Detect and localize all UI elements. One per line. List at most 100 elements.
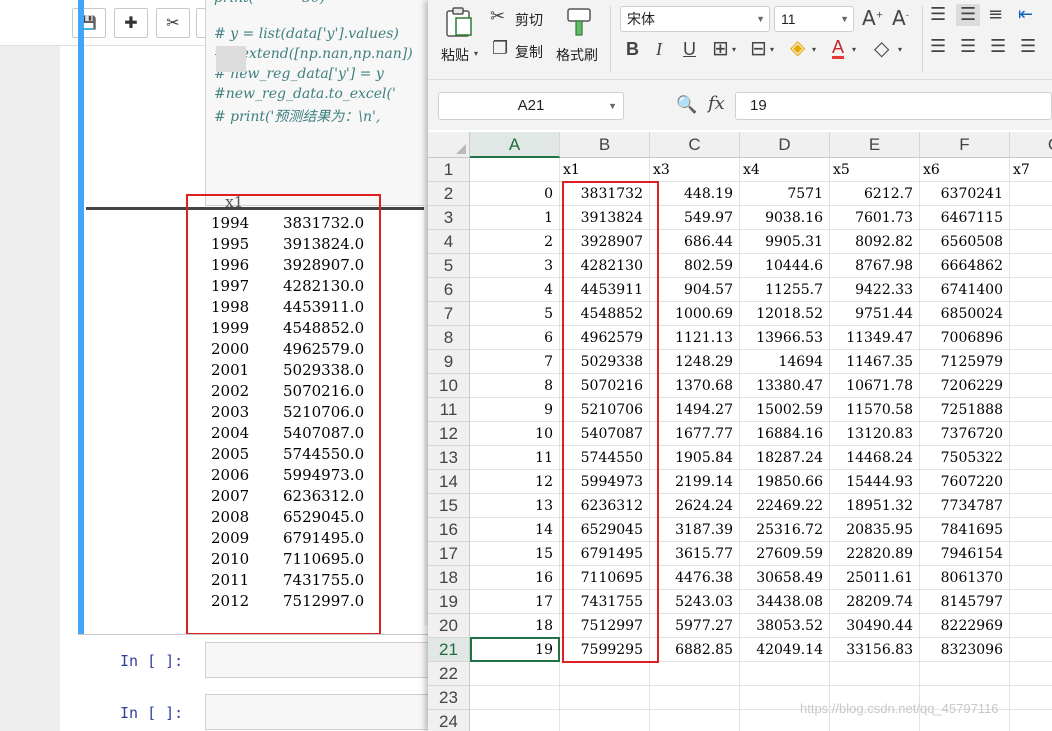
eraser-icon[interactable]: ◇ [874, 38, 889, 58]
data-cell[interactable]: 5977.27 [650, 614, 740, 638]
data-cell[interactable]: 5 [1010, 182, 1052, 206]
data-cell[interactable]: 8767.98 [830, 254, 920, 278]
data-cell[interactable]: 16 [1010, 470, 1052, 494]
data-cell[interactable]: 35 [1010, 590, 1052, 614]
align-middle-icon[interactable]: ☰ [956, 4, 981, 26]
data-cell[interactable]: 37 [1010, 614, 1052, 638]
data-cell[interactable]: 13966.53 [740, 326, 830, 350]
data-cell[interactable]: 44 [1010, 638, 1052, 662]
data-cell[interactable]: 32 [1010, 566, 1052, 590]
data-cell[interactable]: 7376720 [920, 422, 1010, 446]
borders-icon[interactable]: ⊞ [712, 38, 729, 58]
header-cell[interactable]: x5 [830, 158, 920, 182]
data-cell[interactable]: 7251888 [920, 398, 1010, 422]
data-cell[interactable] [1010, 710, 1052, 731]
italic-button[interactable]: I [656, 40, 662, 58]
data-cell[interactable] [650, 662, 740, 686]
row-header-13[interactable]: 13 [428, 446, 470, 470]
column-header-c[interactable]: C [650, 132, 740, 158]
row-header-21[interactable]: 21 [428, 638, 470, 662]
data-cell[interactable]: 14 [470, 518, 560, 542]
data-cell[interactable]: 6 [1010, 230, 1052, 254]
cut-button[interactable]: ✂ [156, 8, 190, 38]
font-color-button[interactable]: A [832, 38, 845, 59]
data-cell[interactable]: 1905.84 [650, 446, 740, 470]
data-cell[interactable]: 14468.24 [830, 446, 920, 470]
data-cell[interactable]: 26 [1010, 542, 1052, 566]
data-cell[interactable]: 1 [470, 206, 560, 230]
data-cell[interactable]: 7607220 [920, 470, 1010, 494]
data-cell[interactable]: 22469.22 [740, 494, 830, 518]
data-cell[interactable]: 5407087 [560, 422, 650, 446]
column-header-d[interactable]: D [740, 132, 830, 158]
data-cell[interactable]: 3913824 [560, 206, 650, 230]
data-cell[interactable]: 5210706 [560, 398, 650, 422]
align-top-icon[interactable]: ☰ [930, 6, 946, 24]
data-cell[interactable]: 1248.29 [650, 350, 740, 374]
header-cell[interactable]: x1 [560, 158, 650, 182]
data-cell[interactable]: 19 [470, 638, 560, 662]
align-center-icon[interactable]: ☰ [960, 38, 976, 56]
data-cell[interactable]: 9 [1010, 326, 1052, 350]
column-header-f[interactable]: F [920, 132, 1010, 158]
data-cell[interactable]: 7 [1010, 278, 1052, 302]
data-cell[interactable]: 4453911 [560, 278, 650, 302]
data-cell[interactable]: 16884.16 [740, 422, 830, 446]
data-cell[interactable]: 7206229 [920, 374, 1010, 398]
data-cell[interactable]: 5 [470, 302, 560, 326]
data-cell[interactable]: 1494.27 [650, 398, 740, 422]
data-cell[interactable]: 4548852 [560, 302, 650, 326]
data-cell[interactable]: 8145797 [920, 590, 1010, 614]
data-cell[interactable] [650, 686, 740, 710]
data-cell[interactable]: 7 [1010, 254, 1052, 278]
data-cell[interactable]: 21 [1010, 518, 1052, 542]
data-cell[interactable] [920, 662, 1010, 686]
data-cell[interactable]: 5744550 [560, 446, 650, 470]
data-cell[interactable]: 7571 [740, 182, 830, 206]
align-bottom-icon[interactable]: ≡ [988, 6, 1003, 24]
font-name-select[interactable]: 宋体 ▼ [620, 6, 770, 32]
row-header-16[interactable]: 16 [428, 518, 470, 542]
data-cell[interactable]: 7841695 [920, 518, 1010, 542]
data-cell[interactable]: 904.57 [650, 278, 740, 302]
row-header-12[interactable]: 12 [428, 422, 470, 446]
data-cell[interactable]: 6212.7 [830, 182, 920, 206]
data-cell[interactable]: 2624.24 [650, 494, 740, 518]
data-cell[interactable]: 33156.83 [830, 638, 920, 662]
column-header-b[interactable]: B [560, 132, 650, 158]
data-cell[interactable]: 5070216 [560, 374, 650, 398]
data-cell[interactable]: 34438.08 [740, 590, 830, 614]
data-cell[interactable]: 8222969 [920, 614, 1010, 638]
row-header-10[interactable]: 10 [428, 374, 470, 398]
data-cell[interactable]: 11349.47 [830, 326, 920, 350]
empty-code-cell-1[interactable] [205, 642, 440, 678]
header-cell[interactable]: x4 [740, 158, 830, 182]
row-header-3[interactable]: 3 [428, 206, 470, 230]
data-cell[interactable]: 7431755 [560, 590, 650, 614]
bold-button[interactable]: B [626, 40, 639, 58]
align-left-icon[interactable]: ☰ [930, 38, 946, 56]
data-cell[interactable]: 1677.77 [650, 422, 740, 446]
column-header-e[interactable]: E [830, 132, 920, 158]
data-cell[interactable]: 7599295 [560, 638, 650, 662]
data-cell[interactable]: 11570.58 [830, 398, 920, 422]
paste-button[interactable]: 粘贴 ▾ [436, 4, 480, 66]
data-cell[interactable]: 7601.73 [830, 206, 920, 230]
column-header-a[interactable]: A [470, 132, 560, 158]
insert-cell-button[interactable]: ✚ [114, 8, 148, 38]
data-cell[interactable]: 3 [470, 254, 560, 278]
data-cell[interactable]: 13 [1010, 422, 1052, 446]
row-header-14[interactable]: 14 [428, 470, 470, 494]
cut-button[interactable]: ✂ 剪切 [490, 8, 550, 30]
row-header-5[interactable]: 5 [428, 254, 470, 278]
data-cell[interactable]: 10 [470, 422, 560, 446]
data-cell[interactable]: 28209.74 [830, 590, 920, 614]
data-cell[interactable]: 3187.39 [650, 518, 740, 542]
grow-font-icon[interactable]: A+ [862, 8, 883, 28]
data-cell[interactable]: 18951.32 [830, 494, 920, 518]
formula-input[interactable]: 19 [735, 92, 1052, 120]
data-cell[interactable]: 11 [1010, 398, 1052, 422]
data-cell[interactable]: 6741400 [920, 278, 1010, 302]
row-header-22[interactable]: 22 [428, 662, 470, 686]
data-cell[interactable]: 9905.31 [740, 230, 830, 254]
